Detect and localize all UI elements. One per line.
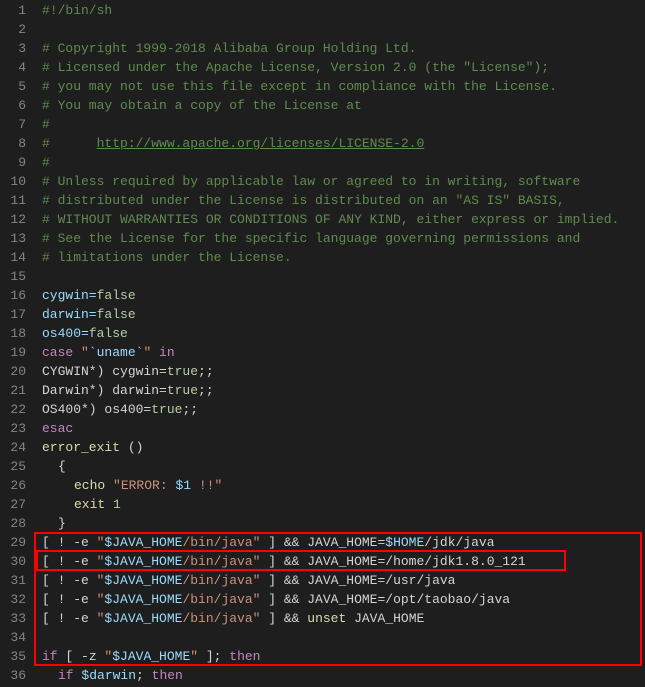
code-line: # limitations under the License. — [42, 248, 645, 267]
code-line: os400=false — [42, 324, 645, 343]
line-number: 20 — [0, 362, 26, 381]
code-line: # Licensed under the Apache License, Ver… — [42, 58, 645, 77]
line-number: 16 — [0, 286, 26, 305]
line-number: 21 — [0, 381, 26, 400]
comment: # WITHOUT WARRANTIES OR CONDITIONS OF AN… — [42, 212, 619, 227]
code-line: Darwin*) darwin=true;; — [42, 381, 645, 400]
comment: # — [42, 117, 50, 132]
line-number: 4 — [0, 58, 26, 77]
code-line: exit 1 — [42, 495, 645, 514]
code-line: error_exit () — [42, 438, 645, 457]
comment: # See the License for the specific langu… — [42, 231, 580, 246]
line-number: 36 — [0, 666, 26, 685]
line-number: 1 — [0, 1, 26, 20]
code-line — [42, 267, 645, 286]
code-line: [ ! -e "$JAVA_HOME/bin/java" ] && JAVA_H… — [42, 552, 645, 571]
comment: # Copyright 1999-2018 Alibaba Group Hold… — [42, 41, 416, 56]
line-number: 12 — [0, 210, 26, 229]
comment: # distributed under the License is distr… — [42, 193, 565, 208]
line-number: 33 — [0, 609, 26, 628]
line-number: 13 — [0, 229, 26, 248]
line-number: 9 — [0, 153, 26, 172]
line-number: 23 — [0, 419, 26, 438]
line-number: 6 — [0, 96, 26, 115]
code-line: [ ! -e "$JAVA_HOME/bin/java" ] && JAVA_H… — [42, 590, 645, 609]
line-number: 28 — [0, 514, 26, 533]
code-line: # Copyright 1999-2018 Alibaba Group Hold… — [42, 39, 645, 58]
code-line: OS400*) os400=true;; — [42, 400, 645, 419]
code-line: CYGWIN*) cygwin=true;; — [42, 362, 645, 381]
code-line: esac — [42, 419, 645, 438]
comment: # limitations under the License. — [42, 250, 292, 265]
line-number: 32 — [0, 590, 26, 609]
code-line: [ ! -e "$JAVA_HOME/bin/java" ] && unset … — [42, 609, 645, 628]
line-number: 18 — [0, 324, 26, 343]
code-line: { — [42, 457, 645, 476]
code-line: case "`uname`" in — [42, 343, 645, 362]
line-number: 8 — [0, 134, 26, 153]
comment: # you may not use this file except in co… — [42, 79, 557, 94]
line-number: 27 — [0, 495, 26, 514]
code-editor-content[interactable]: #!/bin/sh # Copyright 1999-2018 Alibaba … — [36, 0, 645, 687]
line-number: 24 — [0, 438, 26, 457]
code-line: if [ -z "$JAVA_HOME" ]; then — [42, 647, 645, 666]
line-number: 29 — [0, 533, 26, 552]
code-line: # — [42, 115, 645, 134]
code-line: # distributed under the License is distr… — [42, 191, 645, 210]
line-number: 25 — [0, 457, 26, 476]
line-number: 10 — [0, 172, 26, 191]
line-number: 30 — [0, 552, 26, 571]
line-number: 19 — [0, 343, 26, 362]
code-line: # Unless required by applicable law or a… — [42, 172, 645, 191]
line-number: 22 — [0, 400, 26, 419]
shebang: #!/bin/sh — [42, 3, 112, 18]
code-line: #!/bin/sh — [42, 1, 645, 20]
line-number: 2 — [0, 20, 26, 39]
comment: # Unless required by applicable law or a… — [42, 174, 580, 189]
comment: # You may obtain a copy of the License a… — [42, 98, 362, 113]
line-number: 15 — [0, 267, 26, 286]
line-number: 7 — [0, 115, 26, 134]
line-number: 14 — [0, 248, 26, 267]
line-number: 31 — [0, 571, 26, 590]
code-line: cygwin=false — [42, 286, 645, 305]
line-number: 3 — [0, 39, 26, 58]
line-number: 17 — [0, 305, 26, 324]
code-line: # You may obtain a copy of the License a… — [42, 96, 645, 115]
line-number-gutter: 1234567891011121314151617181920212223242… — [0, 0, 36, 687]
code-line: } — [42, 514, 645, 533]
code-line: # http://www.apache.org/licenses/LICENSE… — [42, 134, 645, 153]
line-number: 26 — [0, 476, 26, 495]
code-line: if $darwin; then — [42, 666, 645, 685]
code-line — [42, 628, 645, 647]
code-line — [42, 20, 645, 39]
code-line: darwin=false — [42, 305, 645, 324]
comment: # — [42, 155, 50, 170]
comment: # Licensed under the Apache License, Ver… — [42, 60, 549, 75]
code-line: # WITHOUT WARRANTIES OR CONDITIONS OF AN… — [42, 210, 645, 229]
code-line: [ ! -e "$JAVA_HOME/bin/java" ] && JAVA_H… — [42, 533, 645, 552]
code-line: [ ! -e "$JAVA_HOME/bin/java" ] && JAVA_H… — [42, 571, 645, 590]
code-line: # — [42, 153, 645, 172]
code-line: echo "ERROR: $1 !!" — [42, 476, 645, 495]
code-line: # you may not use this file except in co… — [42, 77, 645, 96]
license-url[interactable]: http://www.apache.org/licenses/LICENSE-2… — [97, 136, 425, 151]
code-line: # See the License for the specific langu… — [42, 229, 645, 248]
line-number: 35 — [0, 647, 26, 666]
line-number: 34 — [0, 628, 26, 647]
line-number: 11 — [0, 191, 26, 210]
line-number: 5 — [0, 77, 26, 96]
comment: # — [42, 136, 97, 151]
